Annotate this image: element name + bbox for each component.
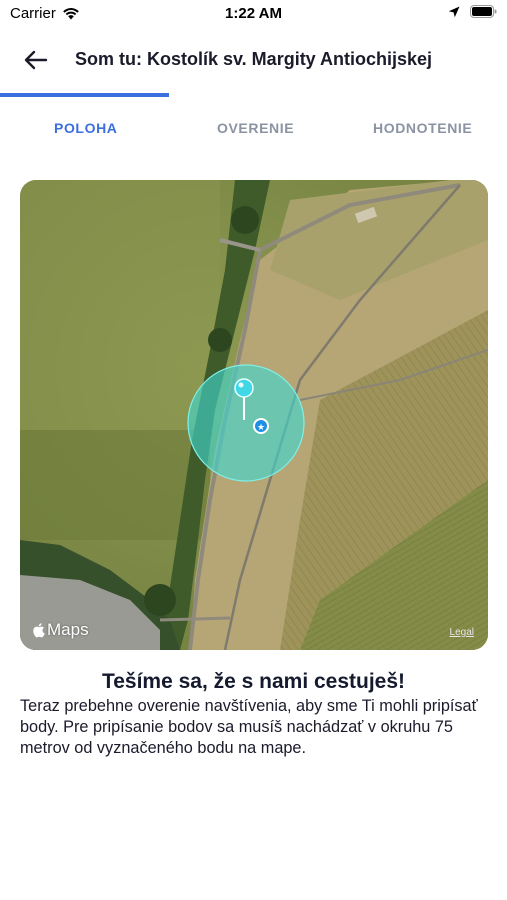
map-view[interactable]: ★ Maps Legal — [20, 180, 488, 650]
tab-overenie[interactable]: OVERENIE — [217, 120, 294, 136]
back-button[interactable] — [20, 46, 52, 74]
maps-attribution: Maps — [32, 620, 89, 640]
satellite-map[interactable]: ★ — [20, 180, 488, 650]
status-time: 1:22 AM — [225, 5, 282, 22]
step-progress-bar — [0, 93, 507, 97]
arrow-left-icon — [24, 50, 48, 70]
svg-text:★: ★ — [257, 423, 265, 433]
navigation-bar: Som tu: Kostolík sv. Margity Antiochijsk… — [0, 36, 507, 84]
step-tabs: POLOHA OVERENIE HODNOTENIE — [0, 112, 507, 144]
apple-logo-icon — [33, 623, 45, 638]
tab-poloha[interactable]: POLOHA — [54, 120, 118, 136]
step-progress-fill — [0, 93, 169, 97]
status-bar: Carrier 1:22 AM — [0, 0, 507, 30]
headline: Tešíme sa, že s nami cestuješ! — [101, 670, 406, 693]
description-text: Teraz prebehne overenie navštívenia, aby… — [20, 697, 478, 757]
legal-link[interactable]: Legal — [450, 627, 474, 638]
battery-icon — [470, 5, 497, 18]
place-pin-head — [234, 378, 254, 398]
status-right — [448, 5, 497, 18]
tab-hodnotenie[interactable]: HODNOTENIE — [373, 120, 472, 136]
maps-label: Maps — [47, 620, 89, 639]
location-arrow-icon — [448, 6, 460, 17]
page-title: Som tu: Kostolík sv. Margity Antiochijsk… — [75, 49, 433, 69]
